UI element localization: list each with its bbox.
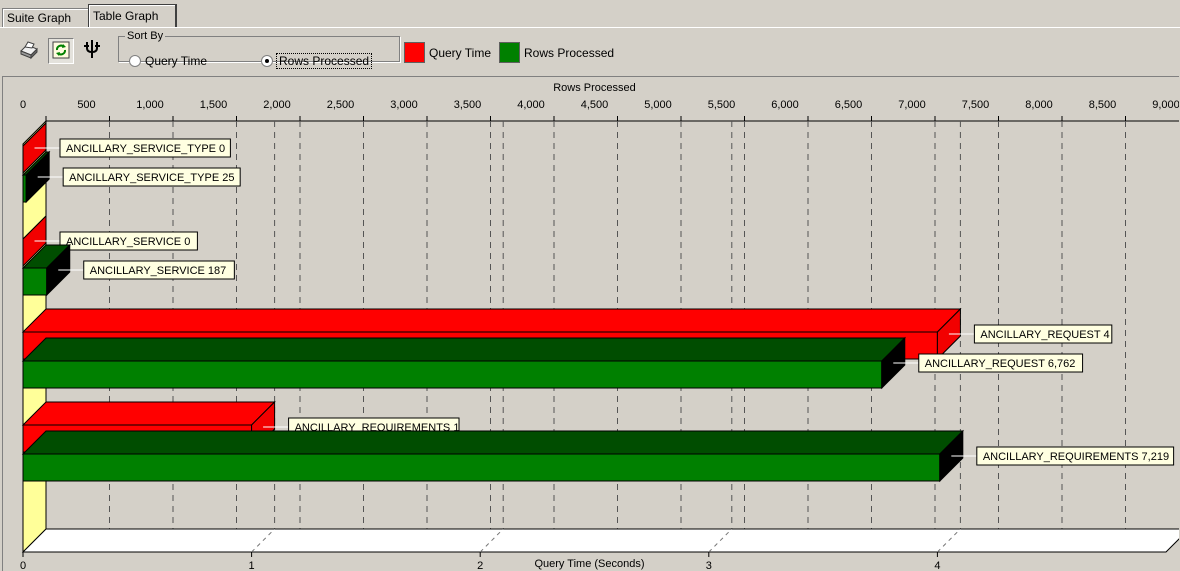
filter-button[interactable] bbox=[80, 38, 104, 62]
top-axis-tick-label: 8,500 bbox=[1089, 99, 1117, 111]
data-label: ANCILLARY_SERVICE_TYPE 25 bbox=[69, 172, 234, 184]
top-axis-tick-label: 9,000 bbox=[1152, 99, 1179, 111]
top-axis-tick-label: 2,000 bbox=[263, 99, 291, 111]
top-axis-tick-label: 7,500 bbox=[962, 99, 990, 111]
data-label: ANCILLARY_REQUIREMENTS 7,219 bbox=[983, 451, 1169, 463]
bottom-axis-title: Query Time (Seconds) bbox=[534, 558, 644, 570]
legend-swatch-red bbox=[404, 42, 425, 63]
radio-label: Query Time bbox=[145, 54, 208, 68]
bottom-axis-tick-label: 3 bbox=[706, 560, 712, 571]
top-axis-tick-label: 0 bbox=[20, 99, 26, 111]
bar-top bbox=[21, 430, 965, 455]
bar-front bbox=[22, 453, 941, 482]
bar-front bbox=[22, 267, 48, 296]
sort-by-label: Sort By bbox=[127, 30, 164, 42]
top-axis-tick-label: 5,000 bbox=[644, 99, 672, 111]
top-axis-tick-label: 5,500 bbox=[708, 99, 736, 111]
legend-query-time: Query Time bbox=[404, 42, 491, 63]
radio-label: Rows Processed bbox=[275, 53, 373, 69]
data-label: ANCILLARY_REQUEST 4 bbox=[980, 329, 1109, 341]
top-axis-tick-label: 3,500 bbox=[454, 99, 482, 111]
top-axis-tick-label: 6,000 bbox=[771, 99, 799, 111]
top-axis-tick-label: 1,000 bbox=[136, 99, 164, 111]
print-button[interactable] bbox=[16, 38, 40, 62]
legend-swatch-green bbox=[499, 42, 520, 63]
bar-top bbox=[21, 401, 276, 426]
legend-label: Query Time bbox=[429, 45, 492, 60]
top-axis-tick-label: 8,000 bbox=[1025, 99, 1053, 111]
bar-chart: 0 500 1,000 1,500 2,000 2,500 3,000 3,500 4,000 4… bbox=[20, 82, 1179, 571]
sort-by-group: Sort By Query Time Rows Processed bbox=[118, 30, 400, 69]
tab-divider bbox=[0, 27, 1180, 28]
top-axis-tick-label: 2,500 bbox=[327, 99, 355, 111]
tab-label: Suite Graph bbox=[7, 11, 72, 25]
top-axis-tick-label: 4,000 bbox=[517, 99, 545, 111]
top-axis-tick-label: 4,500 bbox=[581, 99, 609, 111]
legend-rows-processed: Rows Processed bbox=[499, 42, 614, 63]
print-icon bbox=[17, 38, 39, 63]
bar-top bbox=[21, 337, 906, 362]
bar-front bbox=[22, 360, 883, 389]
data-label: ANCILLARY_SERVICE 187 bbox=[90, 265, 227, 277]
tab-suite-graph[interactable]: Suite Graph bbox=[2, 8, 90, 27]
sort-rows-processed-radio[interactable]: Rows Processed bbox=[261, 53, 373, 69]
data-label: ANCILLARY_REQUEST 6,762 bbox=[925, 358, 1076, 370]
refresh-icon bbox=[52, 41, 70, 62]
top-axis-tick-label: 500 bbox=[77, 99, 95, 111]
radio-circle bbox=[129, 55, 141, 67]
data-label: ANCILLARY_SERVICE_TYPE 0 bbox=[66, 143, 225, 155]
top-axis-tick-label: 7,000 bbox=[898, 99, 926, 111]
bottom-axis-tick-label: 1 bbox=[249, 560, 255, 571]
bar-top bbox=[21, 308, 962, 333]
filter-icon bbox=[81, 38, 103, 63]
top-axis-tick-label: 3,000 bbox=[390, 99, 418, 111]
top-axis-tick-label: 6,500 bbox=[835, 99, 863, 111]
tab-label: Table Graph bbox=[93, 9, 159, 23]
toolbar: Sort By Query Time Rows Processed Query … bbox=[0, 30, 1180, 72]
plot-floor bbox=[21, 528, 1179, 553]
bottom-axis-tick-label: 0 bbox=[20, 560, 26, 571]
bottom-axis-tick-label: 2 bbox=[477, 560, 483, 571]
bottom-axis-tick-label: 4 bbox=[934, 560, 940, 571]
table-graph-window: Suite Graph Table Graph Sort By Query Ti… bbox=[0, 0, 1180, 571]
chart-area: 0 500 1,000 1,500 2,000 2,500 3,000 3,500 4,000 4… bbox=[2, 76, 1179, 571]
legend-label: Rows Processed bbox=[524, 45, 615, 60]
refresh-button[interactable] bbox=[48, 38, 74, 64]
top-axis-title: Rows Processed bbox=[553, 82, 636, 94]
sort-query-time-radio[interactable]: Query Time bbox=[129, 54, 207, 68]
tab-table-graph[interactable]: Table Graph bbox=[88, 4, 176, 27]
radio-circle bbox=[261, 55, 273, 67]
top-axis-tick-label: 1,500 bbox=[200, 99, 228, 111]
data-label: ANCILLARY_SERVICE 0 bbox=[66, 236, 190, 248]
